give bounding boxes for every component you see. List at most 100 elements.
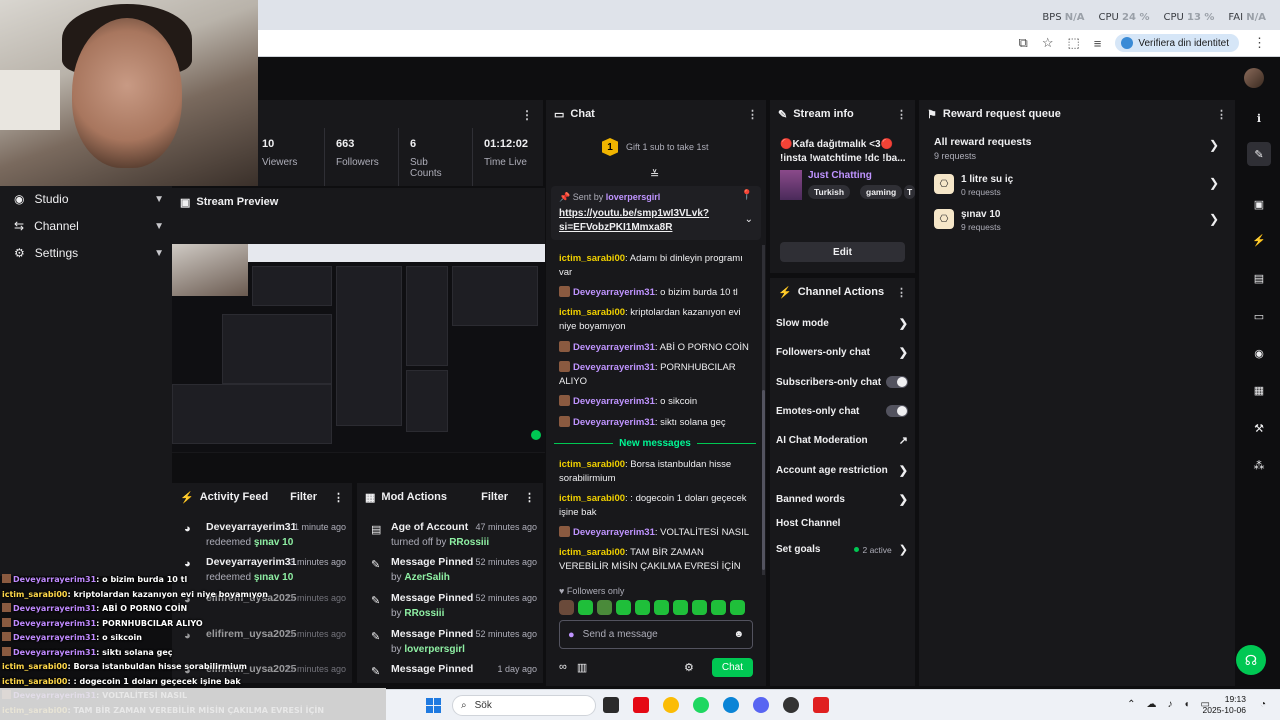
- chat-username[interactable]: Deveyarrayerim31: [573, 287, 655, 298]
- stream-preview-video[interactable]: [172, 244, 545, 452]
- wrench-icon[interactable]: ⚒: [1247, 416, 1271, 440]
- gift-sub-banner[interactable]: 1 Gift 1 sub to take 1st: [602, 138, 709, 156]
- emote-icon[interactable]: [692, 600, 707, 615]
- taskbar-clock[interactable]: 19:13 2025-10-06: [1203, 694, 1246, 716]
- scrollbar-thumb[interactable]: [762, 390, 765, 570]
- verify-identity-button[interactable]: Verifiera din identitet: [1115, 34, 1239, 52]
- browser-menu-icon[interactable]: ⋮: [1253, 35, 1266, 51]
- chevron-right-icon[interactable]: ❯: [1209, 138, 1219, 152]
- edit-icon[interactable]: ✎: [1247, 142, 1271, 166]
- channel-action-emotes-only-chat[interactable]: Emotes-only chat: [776, 405, 908, 417]
- spotify-icon[interactable]: [693, 697, 709, 713]
- emote-icon[interactable]: [559, 600, 574, 615]
- camera-icon[interactable]: ▣: [1247, 192, 1271, 216]
- chat-username[interactable]: Deveyarrayerim31: [573, 396, 655, 407]
- chevron-up-icon[interactable]: ⌃: [1127, 699, 1135, 710]
- chat-username[interactable]: ictim_sarabi00: [559, 547, 625, 558]
- chat-username[interactable]: Deveyarrayerim31: [573, 362, 655, 373]
- more-icon[interactable]: ⋮: [747, 108, 758, 121]
- layout-icon[interactable]: ▦: [1247, 378, 1271, 402]
- document-icon[interactable]: ▤: [1247, 266, 1271, 290]
- reward-icon[interactable]: ⁂: [1247, 453, 1271, 477]
- info-icon[interactable]: ℹ: [1247, 106, 1271, 130]
- sidebar-item-settings[interactable]: ⚙ Settings ▼: [14, 246, 164, 260]
- edit-stream-info-button[interactable]: Edit: [780, 242, 905, 262]
- channel-action-followers-only-chat[interactable]: Followers-only chat ❯: [776, 346, 908, 359]
- more-icon[interactable]: ⋮: [896, 108, 907, 121]
- more-icon[interactable]: ⋮: [333, 491, 344, 504]
- broadcast-icon[interactable]: ◉: [1247, 341, 1271, 365]
- collapse-icon[interactable]: ≚: [650, 168, 659, 181]
- cloud-icon[interactable]: ☁: [1147, 699, 1157, 710]
- emote-icon[interactable]: [711, 600, 726, 615]
- chevron-right-icon[interactable]: ❯: [1209, 212, 1219, 226]
- channel-action-ai-chat-moderation[interactable]: AI Chat Moderation ↗: [776, 434, 908, 447]
- toggle-switch[interactable]: [886, 405, 908, 417]
- channel-action-host-channel[interactable]: Host Channel: [776, 518, 908, 529]
- chat-username[interactable]: ictim_sarabi00: [559, 459, 625, 470]
- mic-icon[interactable]: ♪: [1168, 699, 1173, 710]
- channel-action-set-goals[interactable]: Set goals 2 active ❯: [776, 543, 908, 556]
- reading-list-icon[interactable]: ≡: [1094, 36, 1102, 51]
- store-icon[interactable]: ▥: [577, 661, 587, 674]
- tag-badge[interactable]: T: [904, 185, 916, 199]
- chat-username[interactable]: ictim_sarabi00: [559, 307, 625, 318]
- lightning-icon[interactable]: ⚡: [1247, 228, 1271, 252]
- emote-icon[interactable]: [597, 600, 612, 615]
- mic-icon[interactable]: ●: [568, 629, 575, 641]
- emote-icon[interactable]: [635, 600, 650, 615]
- sidebar-item-channel[interactable]: ⇆ Channel ▼: [14, 219, 164, 233]
- chat-username[interactable]: Deveyarrayerim31: [573, 527, 655, 538]
- chat-username[interactable]: Deveyarrayerim31: [573, 417, 655, 428]
- more-icon[interactable]: ⋮: [524, 491, 535, 504]
- extensions-icon[interactable]: ⬚: [1067, 35, 1079, 51]
- chat-username[interactable]: ictim_sarabi00: [559, 493, 625, 504]
- emote-icon[interactable]: [578, 600, 593, 615]
- emote-icon[interactable]: [673, 600, 688, 615]
- emote-icon[interactable]: [654, 600, 669, 615]
- chrome-icon[interactable]: [663, 697, 679, 713]
- more-icon[interactable]: ⋮: [1216, 108, 1227, 121]
- tag-badge[interactable]: Turkish: [808, 185, 851, 199]
- start-icon[interactable]: [426, 698, 441, 713]
- support-fab-button[interactable]: ☊: [1236, 645, 1266, 675]
- toggle-switch[interactable]: [886, 376, 908, 388]
- chevron-down-icon[interactable]: ⌄: [745, 214, 753, 225]
- filter-button[interactable]: Filter: [290, 491, 317, 503]
- youtube-icon[interactable]: [813, 697, 829, 713]
- infinity-icon[interactable]: ∞: [559, 661, 567, 673]
- taskbar-search[interactable]: ⌕ Sök: [452, 695, 596, 716]
- tag-badge[interactable]: gaming: [860, 185, 903, 199]
- channel-action-slow-mode[interactable]: Slow mode ❯: [776, 317, 908, 330]
- send-chat-button[interactable]: Chat: [711, 657, 753, 677]
- pin-icon[interactable]: 📍: [741, 190, 753, 201]
- file-explorer-icon[interactable]: [603, 697, 619, 713]
- more-icon[interactable]: ⋮: [896, 286, 907, 299]
- avatar[interactable]: [1244, 68, 1264, 88]
- volume-icon[interactable]: ◖: [1184, 699, 1190, 710]
- emote-icon[interactable]: [616, 600, 631, 615]
- all-reward-requests[interactable]: All reward requests 9 requests: [934, 136, 1031, 161]
- gear-icon[interactable]: ⚙: [684, 661, 694, 674]
- more-icon[interactable]: ⋮: [521, 108, 533, 122]
- sidebar-item-studio[interactable]: ◉ Studio ▼: [14, 192, 164, 206]
- emoji-icon[interactable]: ☻: [733, 629, 744, 640]
- filter-button[interactable]: Filter: [481, 491, 508, 503]
- channel-action-banned-words[interactable]: Banned words ❯: [776, 493, 908, 506]
- chat-input[interactable]: ● Send a message ☻: [559, 620, 753, 649]
- emote-icon[interactable]: [730, 600, 745, 615]
- pinned-link[interactable]: https://youtu.be/smp1wI3VLvk?si=EFVobzPK…: [559, 207, 729, 235]
- notification-icon[interactable]: ◔: [1260, 699, 1266, 710]
- netflix-icon[interactable]: [633, 697, 649, 713]
- channel-action-account-age-restriction[interactable]: Account age restriction ❯: [776, 464, 908, 477]
- discord-icon[interactable]: [753, 697, 769, 713]
- edge-icon[interactable]: [723, 697, 739, 713]
- chat-icon[interactable]: ▭: [1247, 304, 1271, 328]
- chat-username[interactable]: ictim_sarabi00: [559, 253, 625, 264]
- star-icon[interactable]: ☆: [1042, 35, 1054, 51]
- chat-username[interactable]: Deveyarrayerim31: [573, 342, 655, 353]
- obs-icon[interactable]: [783, 697, 799, 713]
- translate-icon[interactable]: ⧉: [1019, 35, 1028, 51]
- channel-action-subscribers-only-chat[interactable]: Subscribers-only chat: [776, 376, 908, 388]
- chevron-right-icon[interactable]: ❯: [1209, 176, 1219, 190]
